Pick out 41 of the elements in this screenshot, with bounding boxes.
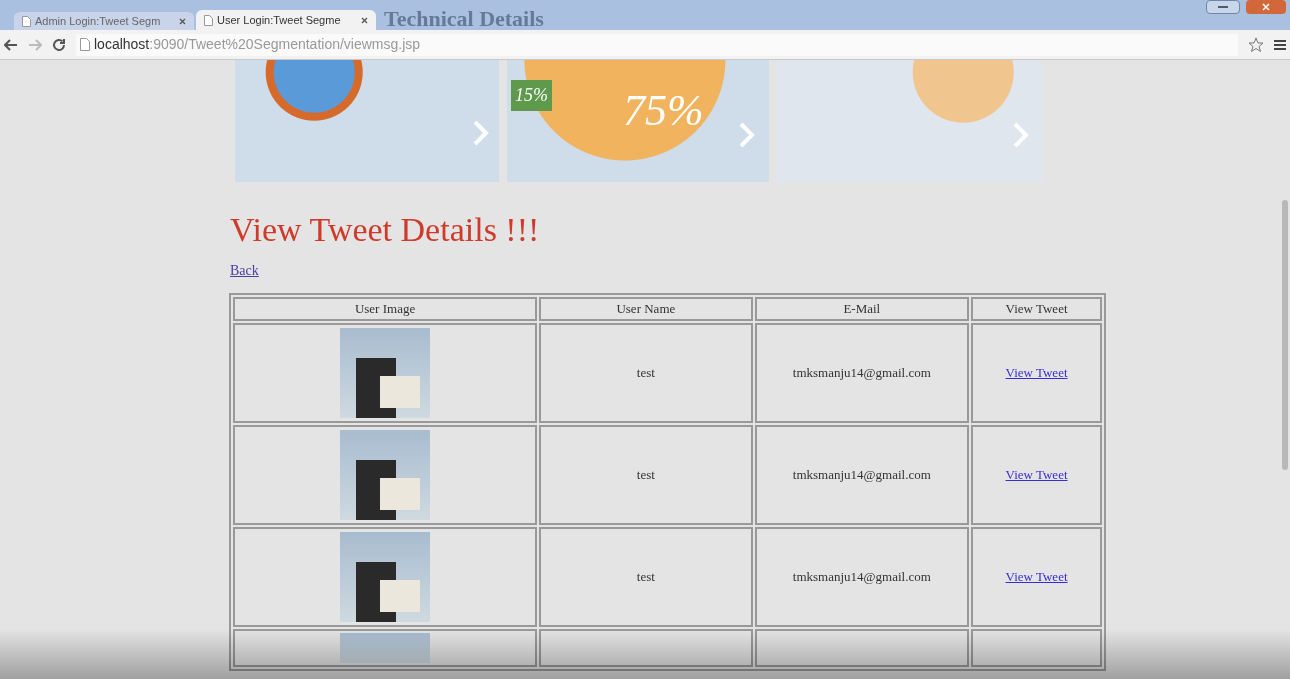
percent-label: 75% xyxy=(623,86,704,136)
browser-tab[interactable]: Admin Login:Tweet Segm xyxy=(14,12,194,30)
page-icon xyxy=(204,14,213,26)
user-name-cell: test xyxy=(539,424,753,525)
tab-title: User Login:Tweet Segme xyxy=(217,12,341,28)
star-icon[interactable] xyxy=(1248,36,1264,53)
address-bar[interactable]: localhost:9090/Tweet%20Segmentation/viewmsg.jsp xyxy=(76,33,1238,56)
user-name-cell: test xyxy=(539,526,753,627)
email-cell: tmksmanju14@gmail.com xyxy=(754,424,970,525)
column-header: User Name xyxy=(539,297,753,321)
back-arrow-icon[interactable] xyxy=(4,38,18,51)
chevron-icon xyxy=(739,122,755,148)
view-tweet-link[interactable]: View Tweet xyxy=(1005,364,1068,380)
close-icon[interactable] xyxy=(179,17,186,25)
email-cell: tmksmanju14@gmail.com xyxy=(754,526,970,627)
percent-label: 15% xyxy=(511,80,552,111)
scrollbar-thumb[interactable] xyxy=(1282,200,1288,470)
column-header: E-Mail xyxy=(754,297,970,321)
tab-title: Admin Login:Tweet Segm xyxy=(35,13,161,29)
menu-icon[interactable] xyxy=(1274,38,1286,51)
column-header: User Image xyxy=(233,297,538,321)
view-tweet-link[interactable]: View Tweet xyxy=(1005,568,1068,584)
back-link[interactable]: Back xyxy=(230,260,259,281)
chevron-icon xyxy=(1013,122,1029,148)
close-icon[interactable] xyxy=(361,16,368,24)
page-icon xyxy=(80,38,90,51)
email-cell: tmksmanju14@gmail.com xyxy=(754,322,970,423)
background-title-text: Technical Details xyxy=(384,8,544,30)
close-icon xyxy=(1262,3,1270,11)
user-name-cell: test xyxy=(539,322,753,423)
minimize-button[interactable] xyxy=(1206,0,1240,14)
page-heading: View Tweet Details !!! xyxy=(230,210,541,250)
chevron-icon xyxy=(473,120,489,146)
close-button[interactable] xyxy=(1246,0,1286,14)
url-path: :9090/Tweet%20Segmentation/viewmsg.jsp xyxy=(149,35,421,54)
view-tweet-link[interactable]: View Tweet xyxy=(1005,466,1068,482)
url-host: localhost xyxy=(94,35,150,54)
column-header: View Tweet xyxy=(971,297,1102,321)
browser-tab[interactable]: User Login:Tweet Segme xyxy=(196,10,376,30)
page-icon xyxy=(22,15,31,27)
reload-icon[interactable] xyxy=(52,37,66,52)
